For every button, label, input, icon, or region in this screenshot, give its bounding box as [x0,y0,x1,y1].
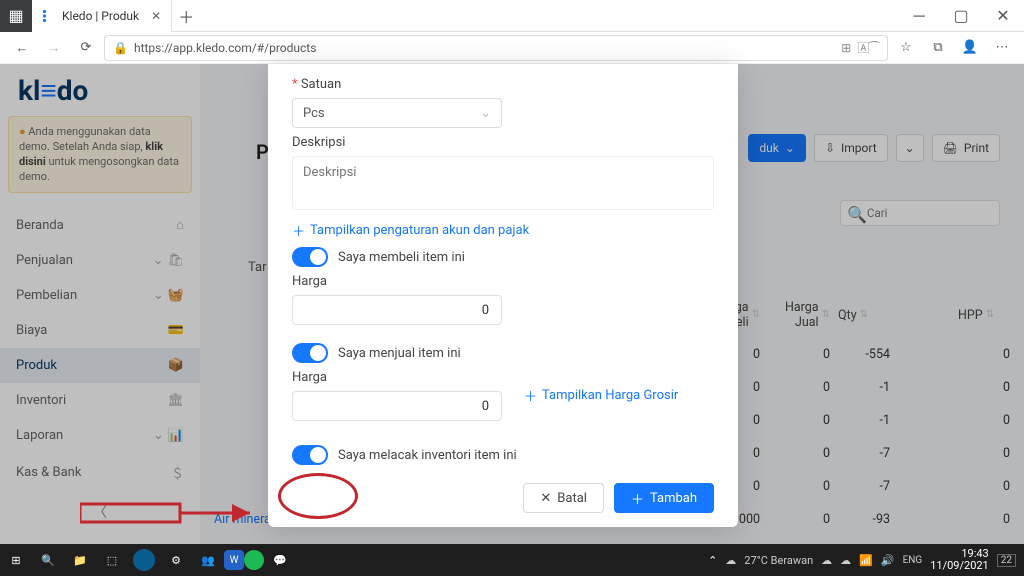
search-taskbar-button[interactable]: 🔍 [32,544,64,576]
cloud-icon[interactable]: ☁ [821,554,832,567]
notification-count[interactable]: 22 [997,554,1016,567]
spotify-icon[interactable] [244,550,264,570]
page-content: kl≡do ● Anda menggunakan data demo. Sete… [0,64,1024,576]
switch-beli[interactable] [292,247,328,267]
switch-inventori-label: Saya melacak inventori item ini [338,448,517,463]
dropbox-icon[interactable]: ⬚ [96,544,128,576]
url-text: https://app.kledo.com/#/products [134,41,316,55]
sound-icon[interactable]: 🔊 [881,554,895,567]
language-indicator[interactable]: ENG [903,555,923,566]
edge-icon[interactable] [133,549,155,571]
window-maximize-button[interactable]: ▢ [940,0,982,32]
annotation-circle [278,473,358,519]
deskripsi-label: Deskripsi [292,135,714,150]
satuan-label: Satuan [292,77,714,92]
explorer-icon[interactable]: 📁 [64,544,96,576]
chevron-up-icon[interactable]: ⌃ [708,554,717,567]
teams-icon[interactable]: 👥 [192,544,224,576]
switch-beli-label: Saya membeli item ini [338,250,465,265]
chevron-down-icon: ⌄ [480,106,491,121]
back-button[interactable]: ← [8,34,36,62]
cloud-icon[interactable]: ☁ [840,554,851,567]
kledo-favicon [40,8,56,24]
tabs-overview-button[interactable]: ▦ [0,0,32,32]
taskbar: ⊞ 🔍 📁 ⬚ ⚙ 👥 W 💬 ⌃ ☁ 27°C Berawan ☁ ☁ 📶 🔊… [0,544,1024,576]
close-tab-icon[interactable]: ✕ [151,9,161,23]
weather-text[interactable]: 27°C Berawan [744,554,813,567]
reader-icon[interactable]: ⊞ [841,41,851,55]
link-harga-grosir[interactable]: ＋ Tampilkan Harga Grosir [524,386,678,405]
forward-button: → [40,34,68,62]
submit-button[interactable]: ＋ Tambah [614,483,714,513]
address-bar[interactable]: 🔒 https://app.kledo.com/#/products ⊞ 🄰⁀ [104,35,888,61]
annotation-arrow [80,494,260,534]
harga-jual-input[interactable] [292,391,502,421]
switch-inventori[interactable] [292,445,328,465]
browser-tab[interactable]: Kledo | Produk ✕ [32,0,172,32]
lock-icon: 🔒 [113,41,128,55]
favorite-button[interactable]: ☆ [892,34,920,62]
reload-button[interactable]: ⟳ [72,34,100,62]
urlbar: ← → ⟳ 🔒 https://app.kledo.com/#/products… [0,32,1024,64]
switch-jual[interactable] [292,343,328,363]
app-menu-button[interactable]: ⋯ [988,34,1016,62]
link-akun-pajak[interactable]: ＋ Tampilkan pengaturan akun dan pajak [292,221,529,240]
window-titlebar: ▦ Kledo | Produk ✕ ＋ ─ ▢ ✕ [0,0,1024,32]
wifi-icon[interactable]: 📶 [859,554,873,567]
product-modal: Satuan Pcs ⌄ Deskripsi ＋ Tampilkan penga… [268,64,738,527]
collections-button[interactable]: ⧉ [924,34,952,62]
clock-date[interactable]: 11/09/2021 [930,560,989,572]
start-button[interactable]: ⊞ [0,544,32,576]
translate-icon[interactable]: 🄰⁀ [857,39,879,56]
window-close-button[interactable]: ✕ [982,0,1024,32]
whatsapp-icon[interactable]: 💬 [264,544,296,576]
harga-beli-input[interactable] [292,295,502,325]
switch-jual-label: Saya menjual item ini [338,346,461,361]
harga-beli-label: Harga [292,274,714,289]
settings-icon[interactable]: ⚙ [160,544,192,576]
tab-title: Kledo | Produk [62,9,139,23]
harga-jual-label: Harga [292,370,502,385]
deskripsi-textarea[interactable] [292,156,714,210]
word-icon[interactable]: W [224,550,244,570]
new-tab-button[interactable]: ＋ [172,2,200,30]
satuan-select[interactable]: Pcs ⌄ [292,98,502,128]
weather-icon: ☁ [725,554,736,567]
profile-button[interactable]: 👤 [956,34,984,62]
cancel-button[interactable]: ✕ Batal [523,483,604,513]
window-minimize-button[interactable]: ─ [898,0,940,32]
system-tray: ⌃ ☁ 27°C Berawan ☁ ☁ 📶 🔊 ENG 19:43 11/09… [708,548,1024,572]
